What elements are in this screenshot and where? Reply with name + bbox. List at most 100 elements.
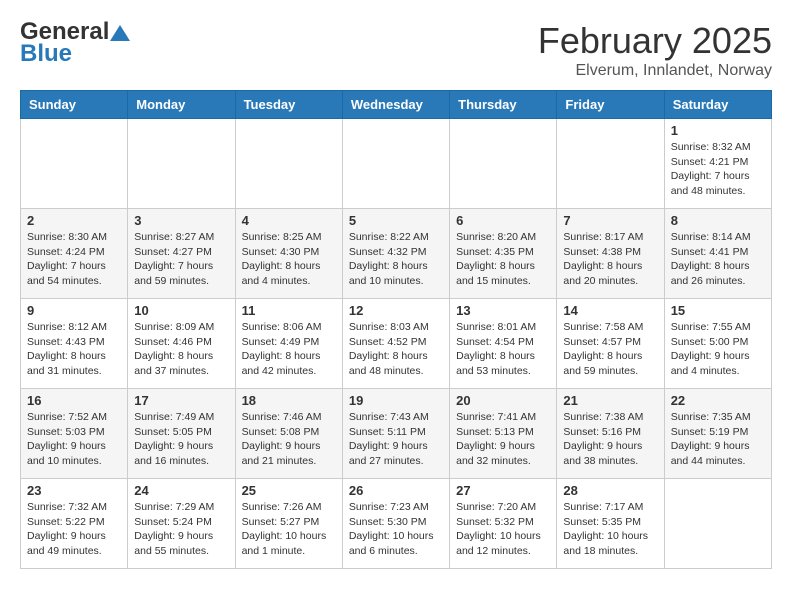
day-info: Sunrise: 7:43 AM Sunset: 5:11 PM Dayligh…: [349, 410, 443, 469]
day-info: Sunrise: 7:41 AM Sunset: 5:13 PM Dayligh…: [456, 410, 550, 469]
location: Elverum, Innlandet, Norway: [538, 62, 772, 80]
calendar-cell: 5Sunrise: 8:22 AM Sunset: 4:32 PM Daylig…: [342, 209, 449, 299]
calendar-cell: [342, 119, 449, 209]
day-number: 6: [456, 213, 550, 228]
day-number: 20: [456, 393, 550, 408]
day-info: Sunrise: 8:22 AM Sunset: 4:32 PM Dayligh…: [349, 230, 443, 289]
day-info: Sunrise: 7:58 AM Sunset: 4:57 PM Dayligh…: [563, 320, 657, 379]
day-info: Sunrise: 8:20 AM Sunset: 4:35 PM Dayligh…: [456, 230, 550, 289]
day-number: 10: [134, 303, 228, 318]
day-info: Sunrise: 8:09 AM Sunset: 4:46 PM Dayligh…: [134, 320, 228, 379]
day-info: Sunrise: 8:01 AM Sunset: 4:54 PM Dayligh…: [456, 320, 550, 379]
calendar-cell: 2 Sunrise: 8:30 AM Sunset: 4:24 PM Daylig…: [21, 209, 128, 299]
day-info: Sunrise: 8:03 AM Sunset: 4:52 PM Dayligh…: [349, 320, 443, 379]
week-row-5: 23 Sunrise: 7:32 AM Sunset: 5:22 PM Dayli…: [21, 479, 772, 569]
day-info: Sunrise: 8:30 AM Sunset: 4:24 PM Dayligh…: [27, 230, 121, 289]
day-number: 3: [134, 213, 228, 228]
day-number: 14: [563, 303, 657, 318]
calendar-cell: 8 Sunrise: 8:14 AM Sunset: 4:41 PM Daylig…: [664, 209, 771, 299]
day-number: 11: [242, 303, 336, 318]
weekday-header-row: SundayMondayTuesdayWednesdayThursdayFrid…: [21, 91, 772, 119]
calendar-cell: [557, 119, 664, 209]
calendar-cell: 3 Sunrise: 8:27 AM Sunset: 4:27 PM Daylig…: [128, 209, 235, 299]
week-row-1: 1Sunrise: 8:32 AM Sunset: 4:21 PM Daylig…: [21, 119, 772, 209]
day-info: Sunrise: 7:32 AM Sunset: 5:22 PM Dayligh…: [27, 500, 121, 559]
day-number: 24: [134, 483, 228, 498]
day-number: 9: [27, 303, 121, 318]
weekday-saturday: Saturday: [664, 91, 771, 119]
calendar-cell: 26 Sunrise: 7:23 AM Sunset: 5:30 PM Dayli…: [342, 479, 449, 569]
calendar-cell: 9 Sunrise: 8:12 AM Sunset: 4:43 PM Daylig…: [21, 299, 128, 389]
day-number: 17: [134, 393, 228, 408]
day-info: Sunrise: 8:14 AM Sunset: 4:41 PM Dayligh…: [671, 230, 765, 289]
day-number: 13: [456, 303, 550, 318]
calendar-cell: 17 Sunrise: 7:49 AM Sunset: 5:05 PM Dayli…: [128, 389, 235, 479]
calendar-cell: 15 Sunrise: 7:55 AM Sunset: 5:00 PM Dayli…: [664, 299, 771, 389]
day-info: Sunrise: 7:35 AM Sunset: 5:19 PM Dayligh…: [671, 410, 765, 469]
day-number: 21: [563, 393, 657, 408]
day-number: 28: [563, 483, 657, 498]
calendar-cell: 20 Sunrise: 7:41 AM Sunset: 5:13 PM Dayli…: [450, 389, 557, 479]
day-info: Sunrise: 7:46 AM Sunset: 5:08 PM Dayligh…: [242, 410, 336, 469]
calendar-cell: 28 Sunrise: 7:17 AM Sunset: 5:35 PM Dayli…: [557, 479, 664, 569]
calendar-cell: 10 Sunrise: 8:09 AM Sunset: 4:46 PM Dayli…: [128, 299, 235, 389]
calendar-cell: 7Sunrise: 8:17 AM Sunset: 4:38 PM Daylig…: [557, 209, 664, 299]
day-info: Sunrise: 7:23 AM Sunset: 5:30 PM Dayligh…: [349, 500, 443, 559]
calendar-cell: [664, 479, 771, 569]
weekday-friday: Friday: [557, 91, 664, 119]
calendar-cell: 14 Sunrise: 7:58 AM Sunset: 4:57 PM Dayli…: [557, 299, 664, 389]
day-number: 27: [456, 483, 550, 498]
calendar-cell: 24 Sunrise: 7:29 AM Sunset: 5:24 PM Dayli…: [128, 479, 235, 569]
calendar-cell: 13 Sunrise: 8:01 AM Sunset: 4:54 PM Dayli…: [450, 299, 557, 389]
day-info: Sunrise: 7:26 AM Sunset: 5:27 PM Dayligh…: [242, 500, 336, 559]
day-number: 18: [242, 393, 336, 408]
day-number: 26: [349, 483, 443, 498]
day-number: 8: [671, 213, 765, 228]
day-number: 16: [27, 393, 121, 408]
day-info: Sunrise: 8:12 AM Sunset: 4:43 PM Dayligh…: [27, 320, 121, 379]
weekday-tuesday: Tuesday: [235, 91, 342, 119]
page-header: General Blue February 2025 Elverum, Innl…: [20, 20, 772, 80]
title-section: February 2025 Elverum, Innlandet, Norway: [538, 20, 772, 80]
calendar-cell: 21 Sunrise: 7:38 AM Sunset: 5:16 PM Dayli…: [557, 389, 664, 479]
day-number: 22: [671, 393, 765, 408]
day-info: Sunrise: 7:52 AM Sunset: 5:03 PM Dayligh…: [27, 410, 121, 469]
weekday-sunday: Sunday: [21, 91, 128, 119]
calendar-cell: [235, 119, 342, 209]
day-number: 15: [671, 303, 765, 318]
day-info: Sunrise: 7:29 AM Sunset: 5:24 PM Dayligh…: [134, 500, 228, 559]
day-info: Sunrise: 7:55 AM Sunset: 5:00 PM Dayligh…: [671, 320, 765, 379]
logo-triangle-icon: [110, 25, 130, 41]
day-info: Sunrise: 7:17 AM Sunset: 5:35 PM Dayligh…: [563, 500, 657, 559]
calendar-cell: 11Sunrise: 8:06 AM Sunset: 4:49 PM Dayli…: [235, 299, 342, 389]
week-row-2: 2 Sunrise: 8:30 AM Sunset: 4:24 PM Daylig…: [21, 209, 772, 299]
day-number: 23: [27, 483, 121, 498]
calendar-cell: [128, 119, 235, 209]
day-number: 1: [671, 123, 765, 138]
day-info: Sunrise: 8:25 AM Sunset: 4:30 PM Dayligh…: [242, 230, 336, 289]
calendar-cell: 16 Sunrise: 7:52 AM Sunset: 5:03 PM Dayli…: [21, 389, 128, 479]
calendar: SundayMondayTuesdayWednesdayThursdayFrid…: [20, 90, 772, 569]
week-row-4: 16 Sunrise: 7:52 AM Sunset: 5:03 PM Dayli…: [21, 389, 772, 479]
calendar-cell: 1Sunrise: 8:32 AM Sunset: 4:21 PM Daylig…: [664, 119, 771, 209]
calendar-cell: [450, 119, 557, 209]
day-info: Sunrise: 8:27 AM Sunset: 4:27 PM Dayligh…: [134, 230, 228, 289]
calendar-cell: 22 Sunrise: 7:35 AM Sunset: 5:19 PM Dayli…: [664, 389, 771, 479]
day-number: 12: [349, 303, 443, 318]
day-info: Sunrise: 8:17 AM Sunset: 4:38 PM Dayligh…: [563, 230, 657, 289]
weekday-monday: Monday: [128, 91, 235, 119]
logo: General Blue: [20, 20, 131, 68]
month-title: February 2025: [538, 20, 772, 62]
day-info: Sunrise: 7:20 AM Sunset: 5:32 PM Dayligh…: [456, 500, 550, 559]
logo-blue-text: Blue: [20, 40, 72, 68]
day-number: 2: [27, 213, 121, 228]
day-info: Sunrise: 7:38 AM Sunset: 5:16 PM Dayligh…: [563, 410, 657, 469]
calendar-cell: 6 Sunrise: 8:20 AM Sunset: 4:35 PM Daylig…: [450, 209, 557, 299]
calendar-cell: 12 Sunrise: 8:03 AM Sunset: 4:52 PM Dayli…: [342, 299, 449, 389]
weekday-thursday: Thursday: [450, 91, 557, 119]
day-info: Sunrise: 7:49 AM Sunset: 5:05 PM Dayligh…: [134, 410, 228, 469]
calendar-cell: 18 Sunrise: 7:46 AM Sunset: 5:08 PM Dayli…: [235, 389, 342, 479]
day-number: 4: [242, 213, 336, 228]
day-number: 19: [349, 393, 443, 408]
calendar-cell: 23 Sunrise: 7:32 AM Sunset: 5:22 PM Dayli…: [21, 479, 128, 569]
